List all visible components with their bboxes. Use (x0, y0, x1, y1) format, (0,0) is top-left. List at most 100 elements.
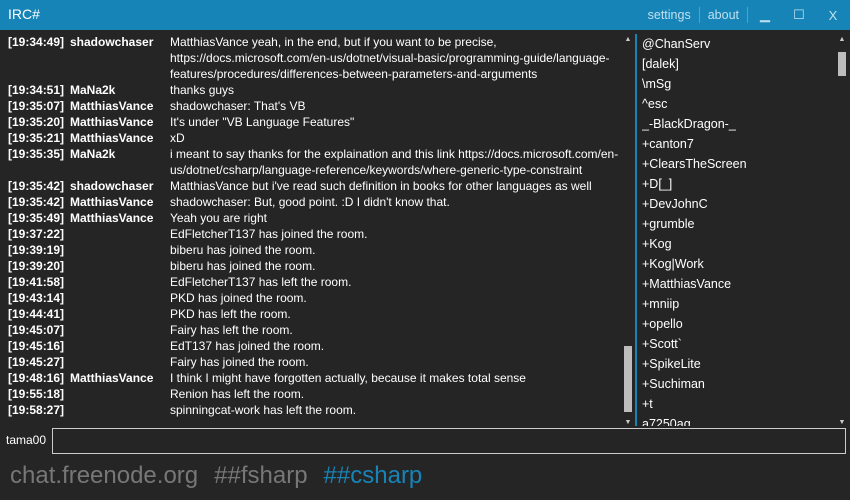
message-time: [19:35:49] (8, 211, 65, 225)
close-button[interactable]: X (816, 8, 850, 23)
user-list-item[interactable]: @ChanServ (642, 34, 832, 54)
message-text: i meant to say thanks for the explainati… (170, 147, 619, 177)
user-list-item[interactable]: a7250ag (642, 414, 832, 426)
user-list-item[interactable]: +canton7 (642, 134, 832, 154)
message-time: [19:34:51] (8, 83, 65, 97)
message-time: [19:45:16] (8, 339, 65, 353)
user-list-item[interactable]: +Kog|Work (642, 254, 832, 274)
message-text: xD (170, 131, 185, 145)
scroll-thumb[interactable] (624, 346, 632, 412)
user-list-item[interactable]: [dalek] (642, 54, 832, 74)
message-row: [19:35:21] MatthiasVance xD (0, 130, 634, 146)
user-list-item[interactable]: +Kog (642, 234, 832, 254)
message-time: [19:35:07] (8, 99, 65, 113)
message-nick: MatthiasVance (70, 131, 154, 145)
input-row: tama00 (0, 428, 850, 454)
message-text: biberu has joined the room. (170, 243, 316, 257)
message-nick: MatthiasVance (70, 115, 154, 129)
message-nick: MaNa2k (70, 83, 116, 97)
message-row: [19:34:51] MaNa2k thanks guys (0, 82, 634, 98)
user-list-item[interactable]: +MatthiasVance (642, 274, 832, 294)
message-time: [19:48:16] (8, 371, 65, 385)
scroll-up-arrow-icon[interactable]: ▲ (836, 36, 848, 43)
message-row: [19:45:16] EdT137 has joined the room. (0, 338, 634, 354)
message-nick (70, 306, 170, 322)
scroll-thumb[interactable] (838, 52, 846, 76)
user-list-item[interactable]: +Scott` (642, 334, 832, 354)
user-list-item[interactable]: +opello (642, 314, 832, 334)
message-nick (70, 274, 170, 290)
message-text: Renion has left the room. (170, 387, 305, 401)
message-nick: MatthiasVance (70, 371, 154, 385)
tab-channel[interactable]: ##csharp (324, 462, 423, 490)
message-row: [19:35:35] MaNa2k i meant to say thanks fo… (0, 146, 634, 178)
message-text: It's under "VB Language Features" (170, 115, 355, 129)
message-time: [19:58:27] (8, 403, 65, 417)
user-list-item[interactable]: +Suchiman (642, 374, 832, 394)
message-time: [19:35:35] (8, 147, 65, 161)
tab-channel[interactable]: ##fsharp (214, 462, 307, 490)
chat-log: [19:34:49] shadowchaser MatthiasVance yeah… (0, 34, 634, 420)
divider[interactable] (635, 34, 637, 426)
message-nick: shadowchaser (70, 179, 154, 193)
message-time: [19:35:20] (8, 115, 65, 129)
tab-channel[interactable]: chat.freenode.org (10, 462, 198, 490)
user-list-item[interactable]: _-BlackDragon-_ (642, 114, 832, 134)
settings-link[interactable]: settings (640, 7, 700, 23)
message-text: PKD has joined the room. (170, 291, 307, 305)
message-time: [19:43:14] (8, 291, 65, 305)
message-time: [19:39:20] (8, 259, 65, 273)
message-nick (70, 242, 170, 258)
scroll-up-arrow-icon[interactable]: ▲ (622, 36, 634, 43)
message-row: [19:35:42] shadowchaser MatthiasVance but … (0, 178, 634, 194)
message-nick: shadowchaser (70, 35, 154, 49)
scroll-down-arrow-icon[interactable]: ▼ (622, 419, 634, 426)
user-list-item[interactable]: \mSg (642, 74, 832, 94)
user-list-item[interactable]: ^esc (642, 94, 832, 114)
message-text: shadowchaser: But, good point. :D I didn… (170, 195, 450, 209)
user-list-item[interactable]: +t (642, 394, 832, 414)
message-text: PKD has left the room. (170, 307, 291, 321)
message-input[interactable] (52, 428, 846, 454)
message-row: [19:44:41] PKD has left the room. (0, 306, 634, 322)
minimize-button[interactable]: ▁ (748, 7, 782, 23)
message-nick (70, 354, 170, 370)
message-time: [19:35:42] (8, 179, 65, 193)
nick-label: tama00 (6, 433, 47, 447)
message-row: [19:55:18] Renion has left the room. (0, 386, 634, 402)
user-list-item[interactable]: +SpikeLite (642, 354, 832, 374)
user-list-item[interactable]: +DevJohnC (642, 194, 832, 214)
message-time: [19:39:19] (8, 243, 65, 257)
user-list-scrollbar[interactable]: ▲ ▼ (836, 34, 848, 426)
message-nick (70, 290, 170, 306)
message-row: [19:35:42] MatthiasVance shadowchaser: But… (0, 194, 634, 210)
message-nick: MatthiasVance (70, 211, 154, 225)
message-time: [19:45:07] (8, 323, 65, 337)
channel-tabs: chat.freenode.org ##fsharp ##csharp (10, 462, 422, 490)
message-text: EdT137 has joined the room. (170, 339, 325, 353)
message-time: [19:41:58] (8, 275, 65, 289)
message-time: [19:45:27] (8, 355, 65, 369)
user-list-item[interactable]: +D[_] (642, 174, 832, 194)
message-time: [19:34:49] (8, 35, 65, 49)
maximize-button[interactable]: ☐ (782, 7, 816, 23)
message-nick: MatthiasVance (70, 195, 154, 209)
message-row: [19:39:20] biberu has joined the room. (0, 258, 634, 274)
message-text: EdFletcherT137 has left the room. (170, 275, 352, 289)
message-text: shadowchaser: That's VB (170, 99, 306, 113)
message-time: [19:37:22] (8, 227, 65, 241)
message-row: [19:41:58] EdFletcherT137 has left the ro… (0, 274, 634, 290)
user-list-item[interactable]: +ClearsTheScreen (642, 154, 832, 174)
user-list: @ChanServ [dalek] \mSg ^esc _-BlackDragon-_ +… (642, 34, 832, 426)
chat-scrollbar[interactable]: ▲ ▼ (622, 34, 634, 426)
message-nick: MaNa2k (70, 147, 116, 161)
user-list-item[interactable]: +grumble (642, 214, 832, 234)
scroll-down-arrow-icon[interactable]: ▼ (836, 419, 848, 426)
user-list-item[interactable]: +mniip (642, 294, 832, 314)
message-nick (70, 258, 170, 274)
about-link[interactable]: about (700, 7, 748, 23)
message-time: [19:35:21] (8, 131, 65, 145)
message-row: [19:43:14] PKD has joined the room. (0, 290, 634, 306)
message-text: I think I might have forgotten actually,… (170, 371, 526, 385)
message-text: MatthiasVance but i've read such definit… (170, 179, 592, 193)
